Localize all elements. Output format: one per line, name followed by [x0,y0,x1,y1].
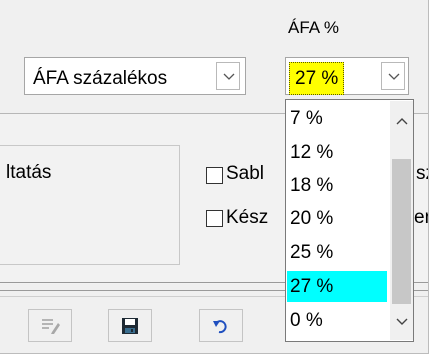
service-group-label: ltatás [6,162,52,183]
scroll-up-button[interactable] [390,101,413,139]
vat-type-dropdown-button[interactable] [216,62,240,90]
chevron-down-icon [396,318,408,325]
list-item[interactable]: 18 % [287,170,387,201]
edit-list-icon [42,319,60,334]
scroll-down-button[interactable] [390,306,413,340]
ready-checkbox[interactable] [206,210,223,227]
list-item[interactable]: 20 % [287,203,387,234]
template-checkbox-label-tail: sz [416,163,428,184]
top-panel: ÁFA % ÁFA százalékos 27 % [0,0,428,114]
list-item[interactable]: 25 % [287,237,387,268]
vat-type-value: ÁFA százalékos [33,68,168,89]
list-item[interactable]: 7 % [287,103,387,134]
template-checkbox[interactable] [206,167,223,184]
window-frame: ÁFA % ÁFA százalékos 27 % ltatás Sabl sz… [0,0,429,354]
dropdown-scrollbar[interactable] [390,101,413,340]
list-item[interactable]: 0 % [287,305,387,336]
floppy-disk-icon [122,318,138,334]
vat-rate-label: ÁFA % [288,18,340,37]
undo-arrow-icon [213,320,227,334]
edit-list-button[interactable] [28,309,72,342]
vat-rate-select[interactable]: 27 % [285,57,409,95]
template-checkbox-label: Sabl [226,163,265,184]
list-item-selected[interactable]: 27 % [287,271,387,302]
vat-rate-dropdown-list[interactable]: 7 % 12 % 18 % 20 % 25 % 27 % 0 % [285,99,414,342]
vat-rate-dropdown-button[interactable] [381,62,405,90]
save-button[interactable] [108,309,152,342]
ready-checkbox-label: Kész [226,207,269,228]
vat-type-select[interactable]: ÁFA százalékos [24,57,246,95]
chevron-up-icon [396,118,408,125]
chevron-down-icon [388,73,400,80]
undo-button[interactable] [199,309,243,342]
scrollbar-thumb[interactable] [392,159,411,304]
ready-checkbox-label-tail: en [414,207,428,228]
chevron-down-icon [223,73,235,80]
vat-rate-value: 27 % [289,62,345,95]
list-item[interactable]: 12 % [287,137,387,168]
